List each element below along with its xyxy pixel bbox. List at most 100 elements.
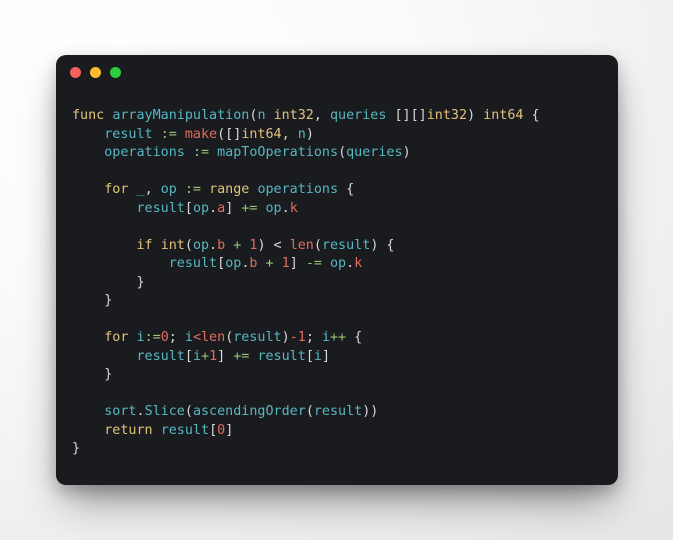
code-token: ([]	[217, 126, 242, 142]
code-token: arrayManipulation	[112, 108, 250, 123]
code-line: result[op.a] += op.k	[72, 201, 298, 216]
code-token: ,	[313, 108, 330, 123]
code-token: )	[305, 126, 314, 142]
code-token: for	[104, 182, 129, 197]
code-token: 0	[217, 422, 226, 438]
code-token: k	[289, 200, 298, 216]
code-token: result	[257, 348, 306, 364]
code-line: result[i+1] += result[i]	[72, 348, 331, 364]
code-token: k	[354, 256, 363, 271]
code-token: ) <	[257, 237, 290, 253]
code-token: +=	[241, 200, 258, 216]
code-token: result	[233, 330, 282, 345]
code-token: result	[313, 404, 363, 419]
code-token: ]	[289, 256, 306, 271]
code-token: .	[281, 200, 290, 216]
code-line: if int(op.b + 1) < len(result) {	[72, 238, 395, 253]
maximize-window-button[interactable]	[110, 66, 121, 78]
code-token: ;	[305, 330, 322, 345]
code-token: n	[257, 108, 266, 123]
code-token: +	[265, 256, 274, 271]
code-token: result	[104, 126, 153, 142]
code-token: (	[313, 237, 322, 253]
code-token: }	[72, 441, 81, 456]
window-titlebar	[56, 55, 618, 89]
code-token: ,	[281, 126, 298, 142]
code-editor-area[interactable]: func arrayManipulation(n int32, queries …	[56, 89, 618, 485]
code-line: }	[72, 293, 112, 308]
code-token: ) {	[370, 237, 395, 253]
close-window-button[interactable]	[70, 66, 81, 78]
code-token: [	[184, 348, 193, 364]
code-token: [	[209, 422, 218, 438]
code-token: mapToOperations	[217, 145, 339, 160]
code-token: return	[104, 422, 153, 438]
code-token: Slice	[144, 404, 185, 419]
code-token: int64	[241, 126, 282, 142]
code-line: for i:=0; i<len(result)-1; i++ {	[72, 330, 362, 345]
code-token: op	[192, 200, 210, 216]
code-token: queries	[346, 145, 403, 160]
code-line: result[op.b + 1] -= op.k	[72, 256, 363, 271]
code-token: (	[184, 237, 193, 253]
code-token: int32	[426, 108, 468, 123]
code-token: i	[136, 330, 145, 345]
code-token: {	[523, 108, 540, 123]
code-token: op	[330, 256, 347, 271]
code-token: 1	[209, 348, 218, 364]
code-token: +=	[233, 348, 250, 364]
code-token: .	[136, 404, 145, 419]
code-token: :=	[144, 330, 161, 345]
source-code[interactable]: func arrayManipulation(n int32, queries …	[72, 107, 602, 459]
code-token: ]	[217, 348, 234, 364]
code-token: }	[72, 293, 113, 308]
code-token: make	[184, 126, 218, 142]
page-root: func arrayManipulation(n int32, queries …	[0, 0, 673, 540]
code-line: func arrayManipulation(n int32, queries …	[72, 108, 540, 123]
code-token: )	[467, 108, 484, 123]
code-token: ]	[321, 348, 330, 364]
code-token: [	[184, 200, 193, 216]
code-token: (	[184, 404, 193, 419]
code-token: result	[168, 256, 218, 271]
code-token: <	[192, 330, 201, 345]
code-window: func arrayManipulation(n int32, queries …	[56, 55, 618, 485]
code-token: ]	[225, 422, 234, 438]
code-token: .	[209, 200, 218, 216]
code-token: -=	[305, 256, 322, 271]
code-token: queries	[330, 108, 387, 123]
code-token: )	[402, 145, 411, 160]
code-token: ascendingOrder	[192, 404, 306, 419]
code-token: int32	[273, 108, 314, 123]
code-token: result	[321, 237, 371, 253]
code-token: [	[217, 256, 226, 271]
code-token: ;	[168, 330, 185, 345]
code-token: .	[346, 256, 355, 271]
code-token: _	[136, 182, 145, 197]
code-token: (	[338, 145, 347, 160]
minimize-window-button[interactable]	[90, 66, 101, 78]
code-token: {	[346, 330, 363, 345]
code-token: [][]	[394, 108, 427, 123]
code-token: :=	[192, 145, 210, 160]
code-line: for _, op := range operations {	[72, 182, 354, 197]
code-token: .	[209, 237, 218, 253]
code-line: }	[72, 367, 112, 382]
code-token: sort	[104, 404, 137, 419]
code-token: a	[217, 200, 226, 216]
code-token: range	[209, 182, 250, 197]
code-token: }	[72, 274, 145, 290]
code-token: ]	[225, 200, 242, 216]
